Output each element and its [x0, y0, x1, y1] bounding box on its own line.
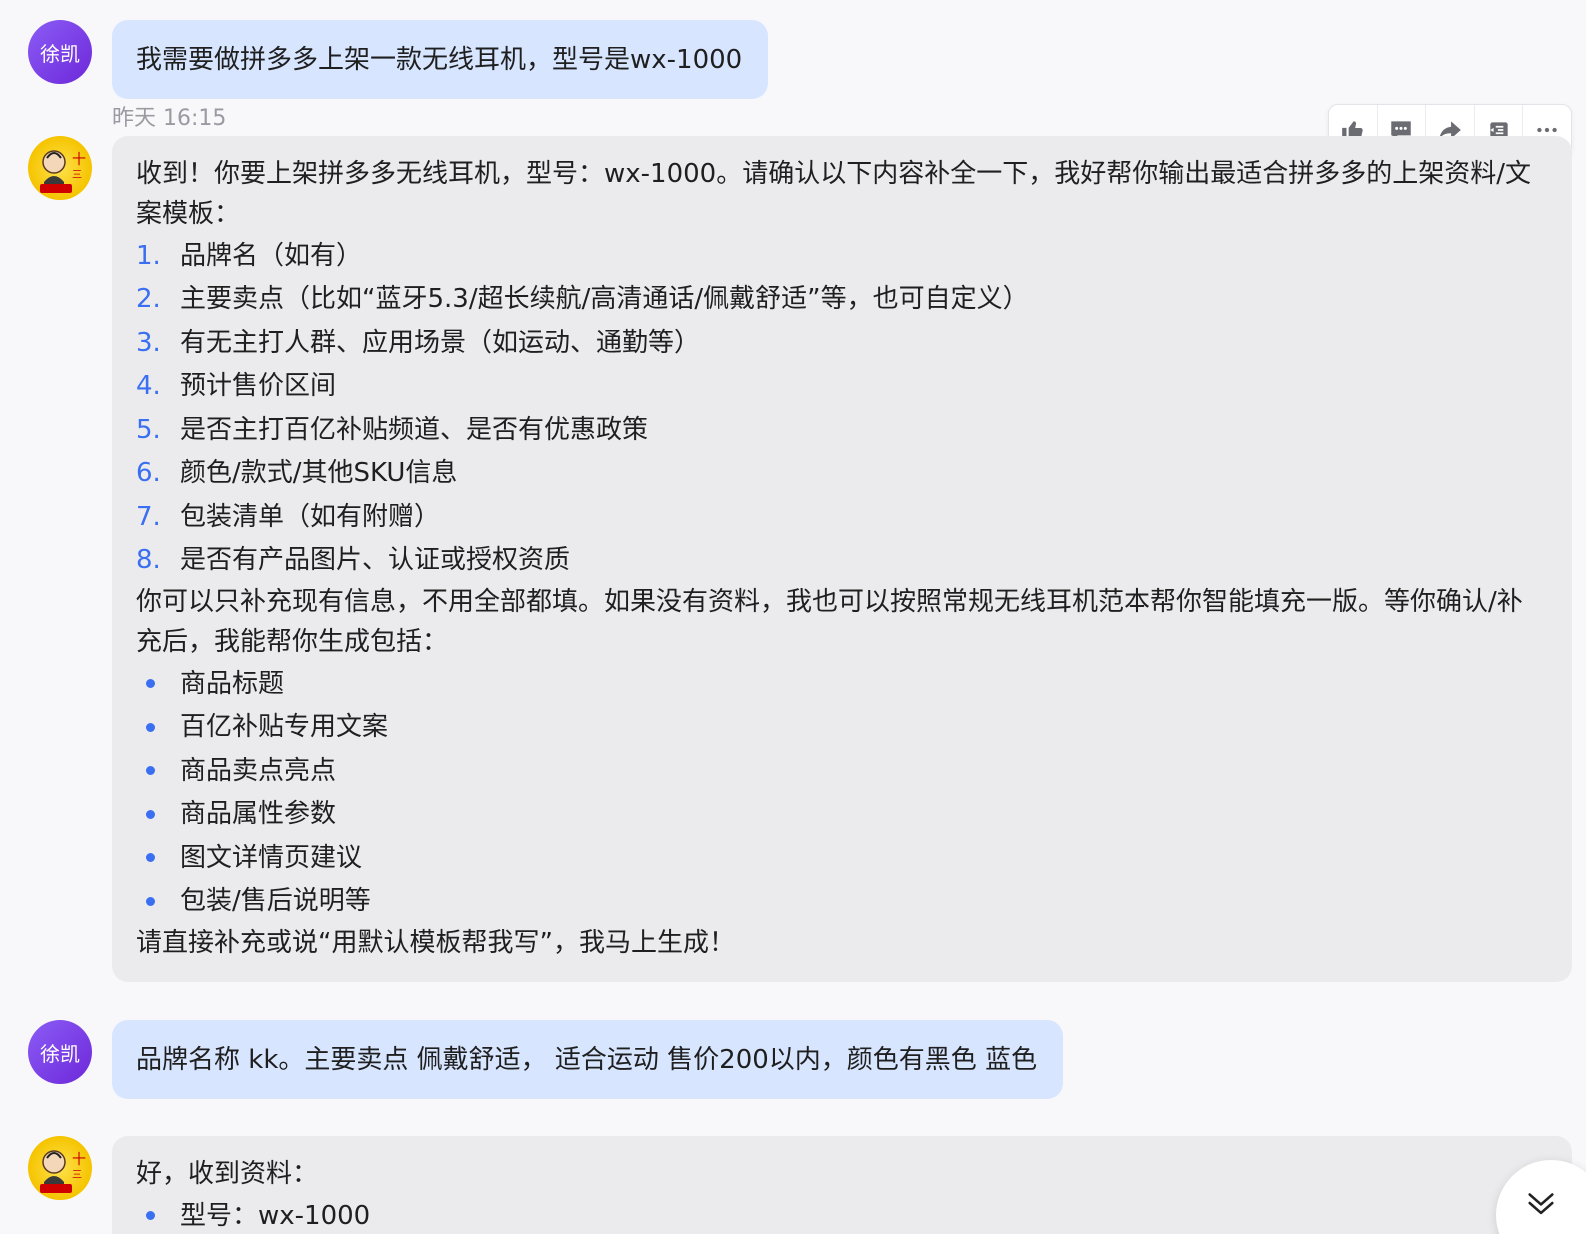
bullet-dot: [136, 896, 180, 906]
double-chevron-down-icon: [1528, 1193, 1554, 1215]
list-number: 5.: [136, 414, 161, 445]
message-outro: 请直接补充或说“用默认模板帮我写”，我马上生成！: [136, 928, 735, 958]
list-text: 包装/售后说明等: [180, 886, 371, 917]
user-message-bubble[interactable]: 品牌名称 kk。主要卖点 佩戴舒适， 适合运动 售价200以内，颜色有黑色 蓝色: [112, 1020, 1064, 1099]
bot-avatar[interactable]: 十 三: [28, 136, 92, 200]
list-number: 1.: [136, 240, 161, 271]
bot-avatar[interactable]: 十 三: [28, 1136, 92, 1200]
bullet-list: 型号：wx-1000: [136, 1194, 1542, 1234]
list-text: 型号：wx-1000: [180, 1200, 371, 1231]
list-text: 百亿补贴专用文案: [180, 712, 389, 743]
message-text: 我需要做拼多多上架一款无线耳机，型号是wx-1000: [136, 45, 743, 75]
chat-thread: 徐凯 我需要做拼多多上架一款无线耳机，型号是wx-1000 昨天 16:15 十…: [0, 0, 1586, 1234]
list-item: 商品标题: [136, 662, 1542, 706]
list-text: 包装清单（如有附赠）: [180, 501, 441, 532]
message-intro: 收到！你要上架拼多多无线耳机，型号：wx-1000。请确认以下内容补全一下，我好…: [136, 159, 1531, 229]
list-text: 主要卖点（比如“蓝牙5.3/超长续航/高清通话/佩戴舒适”等，也可自定义）: [180, 284, 1029, 315]
list-item: 5. 是否主打百亿补贴频道、是否有优惠政策: [136, 408, 1542, 452]
bullet-dot: [136, 722, 180, 732]
list-text: 品牌名（如有）: [180, 240, 363, 271]
svg-text:十: 十: [72, 1152, 86, 1168]
avatar-name: 徐凯: [40, 1041, 80, 1066]
list-number: 8.: [136, 545, 161, 576]
bot-message-bubble[interactable]: 收到！你要上架拼多多无线耳机，型号：wx-1000。请确认以下内容补全一下，我好…: [112, 136, 1572, 982]
list-number: 6.: [136, 458, 161, 489]
list-text: 预计售价区间: [180, 371, 337, 402]
list-text: 颜色/款式/其他SKU信息: [180, 458, 458, 489]
list-item: 2. 主要卖点（比如“蓝牙5.3/超长续航/高清通话/佩戴舒适”等，也可自定义）: [136, 278, 1542, 322]
list-item: 百亿补贴专用文案: [136, 706, 1542, 750]
list-number: 2.: [136, 284, 161, 315]
bullet-dot: [136, 679, 180, 689]
svg-text:三: 三: [72, 170, 82, 181]
list-text: 是否主打百亿补贴频道、是否有优惠政策: [180, 414, 649, 445]
list-text: 是否有产品图片、认证或授权资质: [180, 545, 571, 576]
list-text: 商品标题: [180, 668, 285, 699]
list-text: 商品卖点亮点: [180, 755, 337, 786]
bullet-dot: [136, 809, 180, 819]
list-text: 有无主打人群、应用场景（如运动、通勤等）: [180, 327, 701, 358]
list-number: 3.: [136, 327, 161, 358]
user-avatar[interactable]: 徐凯: [28, 20, 92, 84]
message-middle: 你可以只补充现有信息，不用全部都填。如果没有资料，我也可以按照常规无线耳机范本帮…: [136, 587, 1523, 657]
svg-text:三: 三: [72, 1170, 82, 1181]
bot-message-bubble[interactable]: 好，收到资料： 型号：wx-1000: [112, 1136, 1572, 1234]
list-item: 8. 是否有产品图片、认证或授权资质: [136, 539, 1542, 583]
list-item: 商品卖点亮点: [136, 749, 1542, 793]
list-item: 1. 品牌名（如有）: [136, 234, 1542, 278]
list-item: 4. 预计售价区间: [136, 365, 1542, 409]
list-text: 图文详情页建议: [180, 842, 363, 873]
bullet-dot: [136, 1211, 180, 1221]
message-text: 品牌名称 kk。主要卖点 佩戴舒适， 适合运动 售价200以内，颜色有黑色 蓝色: [136, 1045, 1038, 1075]
avatar-name: 徐凯: [40, 41, 80, 66]
user-message-bubble[interactable]: 我需要做拼多多上架一款无线耳机，型号是wx-1000: [112, 20, 769, 99]
list-item: 7. 包装清单（如有附赠）: [136, 495, 1542, 539]
list-number: 4.: [136, 371, 161, 402]
list-item: 3. 有无主打人群、应用场景（如运动、通勤等）: [136, 321, 1542, 365]
bot-avatar-image: 十 三: [40, 1150, 86, 1193]
list-item: 型号：wx-1000: [136, 1194, 1542, 1234]
bot-avatar-image: 十 三: [40, 150, 86, 193]
bullet-dot: [136, 853, 180, 863]
numbered-list: 1. 品牌名（如有） 2. 主要卖点（比如“蓝牙5.3/超长续航/高清通话/佩戴舒适…: [136, 234, 1542, 582]
list-item: 商品属性参数: [136, 793, 1542, 837]
list-item: 图文详情页建议: [136, 836, 1542, 880]
bullet-list: 商品标题 百亿补贴专用文案 商品卖点亮点 商品属性参数 图文详情页建议 包装/售…: [136, 662, 1542, 923]
message-timestamp: 昨天 16:15: [112, 106, 227, 131]
message-intro: 好，收到资料：: [136, 1159, 319, 1189]
list-item: 包装/售后说明等: [136, 880, 1542, 924]
svg-text:十: 十: [72, 152, 86, 168]
list-text: 商品属性参数: [180, 799, 337, 830]
user-avatar[interactable]: 徐凯: [28, 1020, 92, 1084]
bullet-dot: [136, 766, 180, 776]
list-item: 6. 颜色/款式/其他SKU信息: [136, 452, 1542, 496]
list-number: 7.: [136, 501, 161, 532]
